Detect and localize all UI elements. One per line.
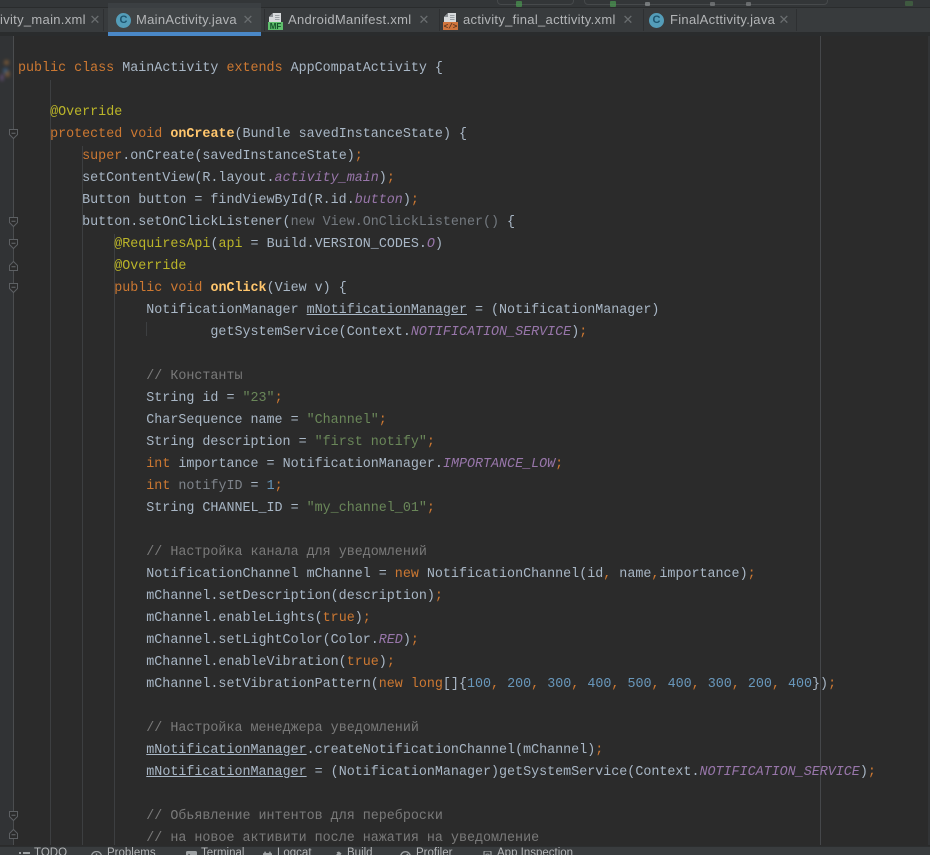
svg-text:MF: MF	[270, 22, 282, 31]
svg-text:</>: </>	[444, 24, 458, 32]
